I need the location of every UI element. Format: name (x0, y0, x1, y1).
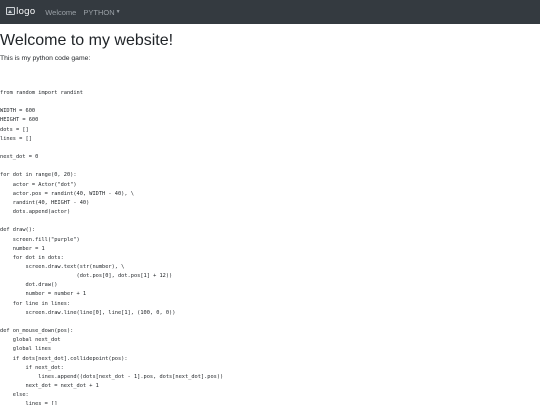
caret-down-icon: ▼ (115, 9, 121, 15)
nav-dropdown-python[interactable]: PYTHON ▼ (83, 8, 120, 17)
logo-alt-text: logo (16, 7, 36, 17)
navbar: logo Welcome PYTHON ▼ (0, 0, 540, 24)
page-title: Welcome to my website! (0, 32, 174, 49)
broken-image-icon (6, 6, 15, 15)
code-block: from random import randint WIDTH = 600 H… (0, 90, 224, 405)
main-content: Welcome to my website! This is my python… (0, 32, 540, 405)
logo-link[interactable]: logo (6, 0, 35, 24)
nav-dropdown-python-label: PYTHON (83, 7, 115, 17)
nav-link-welcome[interactable]: Welcome (45, 8, 76, 17)
intro-text: This is my python code game: (0, 55, 91, 62)
